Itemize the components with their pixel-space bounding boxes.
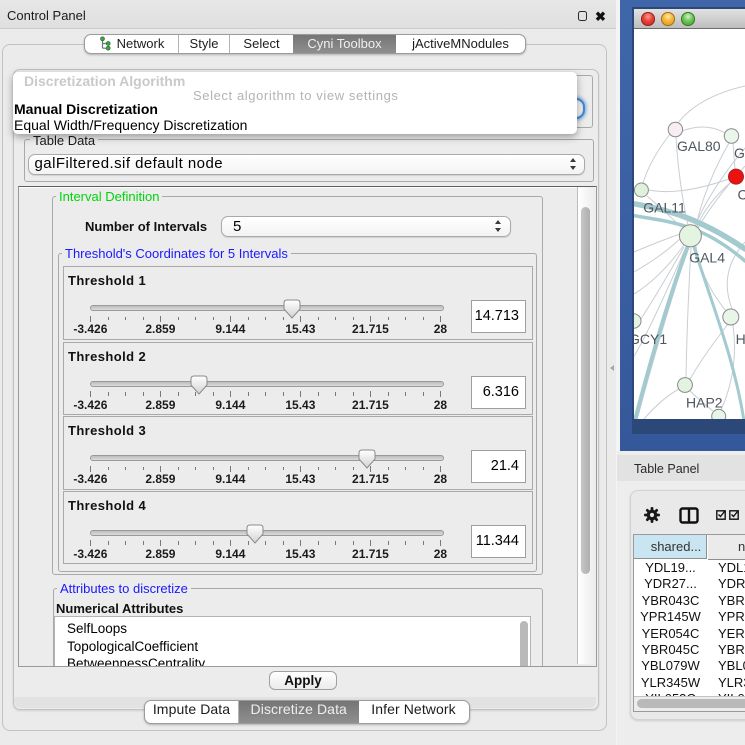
svg-text:GAL80: GAL80 — [677, 138, 721, 154]
svg-text:H: H — [735, 331, 745, 347]
svg-text:GAL4: GAL4 — [689, 250, 725, 266]
svg-text:C: C — [737, 187, 745, 203]
svg-text:GCY1: GCY1 — [634, 331, 667, 347]
svg-text:GAL11: GAL11 — [643, 200, 686, 216]
svg-text:HAP2: HAP2 — [686, 395, 723, 411]
svg-text:GA: GA — [734, 145, 745, 161]
